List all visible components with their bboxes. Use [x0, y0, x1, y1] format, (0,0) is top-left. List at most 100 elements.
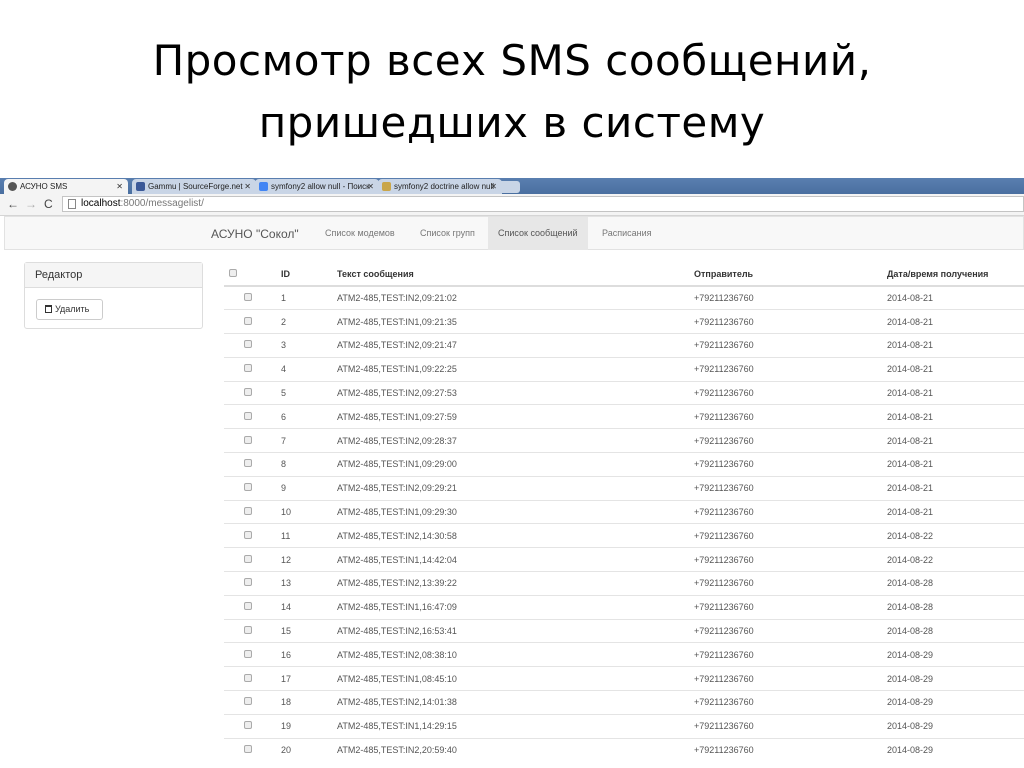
table-header-row: ID Текст сообщения Отправитель Дата/врем… [224, 262, 1024, 287]
reload-icon[interactable]: C [44, 197, 53, 211]
nav-messages[interactable]: Список сообщений [488, 217, 588, 250]
cell-id: 1 [281, 285, 337, 310]
table-row[interactable]: 20 ATM2-485,TEST:IN2,20:59:40 +79211236760… [224, 737, 1024, 762]
close-icon[interactable]: ✕ [244, 179, 251, 194]
tab-label: АСУНО SMS [20, 182, 68, 191]
tab-symfony-null[interactable]: symfony2 allow null - Поиск ✕ [255, 179, 379, 194]
select-all-checkbox[interactable] [229, 268, 237, 277]
app-navbar: АСУНО "Сокол" Список модемов Список груп… [4, 216, 1024, 250]
row-checkbox[interactable] [244, 697, 252, 706]
row-checkbox[interactable] [244, 745, 252, 754]
url-input[interactable]: localhost:8000/messagelist/ [62, 196, 1024, 212]
cell-date: 2014-08-21 [887, 333, 1024, 358]
forward-arrow-icon[interactable]: → [25, 197, 37, 211]
delete-button-label: Удалить [55, 304, 90, 314]
nav-modems[interactable]: Список модемов [315, 217, 405, 250]
row-checkbox[interactable] [244, 673, 252, 682]
cell-date: 2014-08-28 [887, 594, 1024, 620]
header-id[interactable]: ID [281, 262, 337, 287]
table-row[interactable]: 18 ATM2-485,TEST:IN2,14:01:38 +79211236760… [224, 690, 1024, 715]
table-row[interactable]: 13 ATM2-485,TEST:IN2,13:39:22 +79211236760… [224, 571, 1024, 596]
close-icon[interactable]: ✕ [367, 179, 374, 194]
table-row[interactable]: 6 ATM2-485,TEST:IN1,09:27:59 +79211236760 2… [224, 404, 1024, 429]
table-row[interactable]: 1 ATM2-485,TEST:IN2,09:21:02 +79211236760 2… [224, 285, 1024, 310]
table-row[interactable]: 8 ATM2-485,TEST:IN1,09:29:00 +79211236760 2… [224, 452, 1024, 477]
cell-sender: +79211236760 [694, 642, 887, 667]
row-checkbox[interactable] [244, 435, 252, 444]
cell-date: 2014-08-29 [887, 713, 1024, 739]
cell-id: 5 [281, 380, 337, 405]
table-row[interactable]: 11 ATM2-485,TEST:IN2,14:30:58 +79211236760… [224, 523, 1024, 548]
row-checkbox[interactable] [244, 626, 252, 635]
cell-id: 2 [281, 309, 337, 334]
navbar-brand[interactable]: АСУНО "Сокол" [211, 217, 299, 251]
header-text[interactable]: Текст сообщения [337, 262, 694, 287]
table-row[interactable]: 7 ATM2-485,TEST:IN2,09:28:37 +79211236760 2… [224, 428, 1024, 453]
new-tab-button[interactable] [498, 181, 520, 193]
site-favicon-icon [8, 182, 17, 191]
table-row[interactable]: 16 ATM2-485,TEST:IN2,08:38:10 +79211236760… [224, 642, 1024, 667]
cell-id: 20 [281, 737, 337, 762]
row-checkbox[interactable] [244, 340, 252, 349]
cell-sender: +79211236760 [694, 475, 887, 501]
nav-groups[interactable]: Список групп [410, 217, 485, 250]
row-checkbox[interactable] [244, 293, 252, 302]
tab-symfony-doctrine[interactable]: symfony2 doctrine allow null ✕ [378, 179, 502, 194]
row-checkbox[interactable] [244, 483, 252, 492]
row-checkbox[interactable] [244, 649, 252, 658]
table-row[interactable]: 12 ATM2-485,TEST:IN1,14:42:04 +79211236760… [224, 547, 1024, 572]
table-row[interactable]: 4 ATM2-485,TEST:IN1,09:22:25 +79211236760 2… [224, 356, 1024, 382]
row-checkbox[interactable] [244, 507, 252, 516]
row-checkbox[interactable] [244, 459, 252, 468]
cell-date: 2014-08-28 [887, 571, 1024, 596]
tab-gammu[interactable]: Gammu | SourceForge.net ✕ [132, 179, 256, 194]
tab-asuno-sms[interactable]: АСУНО SMS ✕ [4, 179, 128, 194]
cell-text: ATM2-485,TEST:IN1,09:27:59 [337, 404, 694, 429]
row-select-cell [224, 285, 281, 310]
cell-text: ATM2-485,TEST:IN1,08:45:10 [337, 666, 694, 691]
row-select-cell [224, 737, 281, 762]
table-row[interactable]: 19 ATM2-485,TEST:IN1,14:29:15 +79211236760… [224, 713, 1024, 739]
close-icon[interactable]: ✕ [116, 179, 123, 194]
sourceforge-favicon-icon [136, 182, 145, 191]
table-row[interactable]: 14 ATM2-485,TEST:IN1,16:47:09 +79211236760… [224, 594, 1024, 620]
row-select-cell [224, 547, 281, 572]
row-select-cell [224, 404, 281, 429]
delete-button[interactable]: Удалить [36, 299, 103, 320]
cell-sender: +79211236760 [694, 356, 887, 382]
cell-date: 2014-08-21 [887, 499, 1024, 524]
row-checkbox[interactable] [244, 530, 252, 539]
cell-date: 2014-08-29 [887, 690, 1024, 715]
row-select-cell [224, 642, 281, 667]
stackoverflow-favicon-icon [382, 182, 391, 191]
back-arrow-icon[interactable]: ← [7, 197, 19, 211]
table-row[interactable]: 3 ATM2-485,TEST:IN2,09:21:47 +79211236760 2… [224, 333, 1024, 358]
row-checkbox[interactable] [244, 554, 252, 563]
table-row[interactable]: 9 ATM2-485,TEST:IN2,09:29:21 +79211236760 2… [224, 475, 1024, 501]
editor-panel: Редактор Удалить [24, 262, 203, 329]
header-sender[interactable]: Отправитель [694, 262, 887, 287]
table-row[interactable]: 10 ATM2-485,TEST:IN1,09:29:30 +79211236760… [224, 499, 1024, 524]
slide-title: Просмотр всех SMS сообщений, пришедших в… [0, 30, 1024, 154]
row-checkbox[interactable] [244, 602, 252, 611]
row-checkbox[interactable] [244, 316, 252, 325]
table-row[interactable]: 15 ATM2-485,TEST:IN2,16:53:41 +79211236760… [224, 618, 1024, 643]
cell-date: 2014-08-28 [887, 618, 1024, 643]
table-row[interactable]: 2 ATM2-485,TEST:IN1,09:21:35 +79211236760 2… [224, 309, 1024, 334]
cell-id: 9 [281, 475, 337, 501]
header-date[interactable]: Дата/время получения [887, 262, 1024, 287]
cell-sender: +79211236760 [694, 690, 887, 715]
row-checkbox[interactable] [244, 721, 252, 730]
row-checkbox[interactable] [244, 578, 252, 587]
row-checkbox[interactable] [244, 411, 252, 420]
row-checkbox[interactable] [244, 388, 252, 397]
table-row[interactable]: 17 ATM2-485,TEST:IN1,08:45:10 +79211236760… [224, 666, 1024, 691]
nav-schedules[interactable]: Расписания [592, 217, 662, 250]
cell-date: 2014-08-21 [887, 428, 1024, 453]
row-select-cell [224, 309, 281, 334]
cell-text: ATM2-485,TEST:IN1,09:29:30 [337, 499, 694, 524]
table-row[interactable]: 5 ATM2-485,TEST:IN2,09:27:53 +79211236760 2… [224, 380, 1024, 405]
close-icon[interactable]: ✕ [490, 179, 497, 194]
row-checkbox[interactable] [244, 364, 252, 373]
row-select-cell [224, 333, 281, 358]
